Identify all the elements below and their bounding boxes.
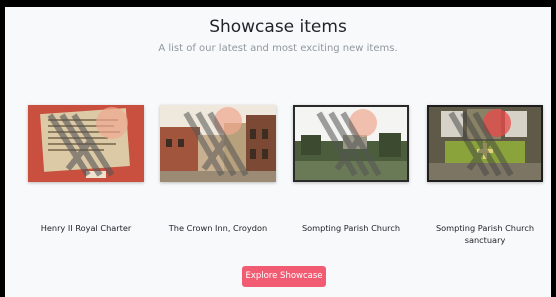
item-caption[interactable]: Sompting Parish Church	[293, 222, 409, 234]
explore-showcase-button[interactable]: Explore Showcase	[242, 266, 326, 287]
item-caption[interactable]: Henry II Royal Charter	[28, 222, 144, 234]
sanctuary-thumbnail[interactable]	[427, 105, 543, 182]
sompting-church-thumbnail[interactable]	[293, 105, 409, 182]
showcase-item-sompting-church[interactable]: Sompting Parish Church	[293, 105, 409, 234]
showcase-item-crown-inn[interactable]: The Crown Inn, Croydon	[160, 105, 276, 234]
crown-inn-thumbnail[interactable]	[160, 105, 276, 182]
page-subtitle: A list of our latest and most exciting n…	[158, 43, 398, 54]
item-caption[interactable]: Sompting Parish Church sanctuary	[427, 222, 543, 246]
showcase-item-henry-charter[interactable]: Henry II Royal Charter	[28, 105, 144, 234]
item-caption[interactable]: The Crown Inn, Croydon	[160, 222, 276, 234]
page-title: Showcase items	[209, 17, 347, 37]
charter-thumbnail[interactable]	[28, 105, 144, 182]
showcase-section: Showcase items A list of our latest and …	[5, 7, 551, 297]
showcase-item-sompting-sanctuary[interactable]: Sompting Parish Church sanctuary	[427, 105, 543, 246]
